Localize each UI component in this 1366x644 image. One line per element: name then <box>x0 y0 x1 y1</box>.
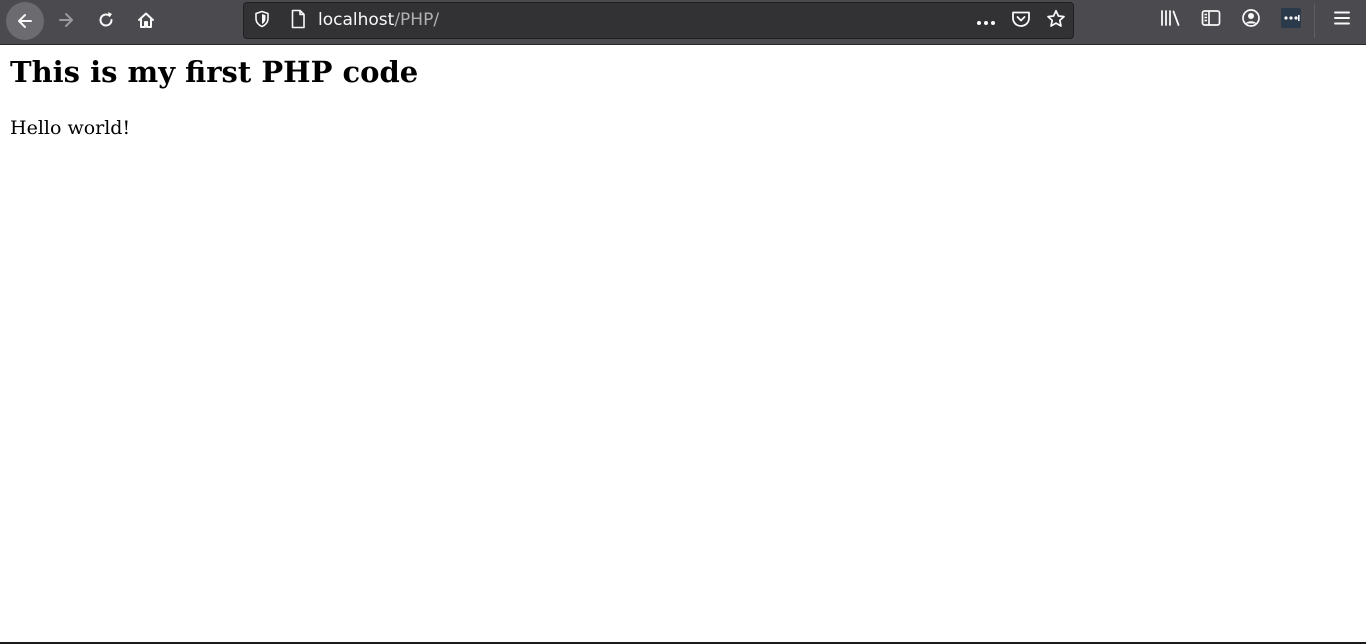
reload-button[interactable] <box>86 0 126 40</box>
url-path: /PHP/ <box>394 10 440 30</box>
browser-window: localhost/PHP/ This is my first PHP code… <box>0 0 1366 644</box>
tracking-protection-button[interactable] <box>250 3 274 38</box>
back-button[interactable] <box>4 0 45 41</box>
reload-icon <box>96 10 116 30</box>
account-icon <box>1241 8 1261 32</box>
star-icon <box>1046 9 1066 33</box>
site-info-button[interactable] <box>286 3 310 38</box>
page-content: This is my first PHP code Hello world! <box>0 45 1366 642</box>
shield-icon <box>254 10 270 32</box>
forward-button[interactable] <box>46 0 86 40</box>
browser-toolbar: localhost/PHP/ <box>0 0 1366 45</box>
extension-icon <box>1281 8 1301 32</box>
page-heading: This is my first PHP code <box>10 55 419 89</box>
home-button[interactable] <box>126 0 166 40</box>
hamburger-menu-icon <box>1333 10 1351 30</box>
pocket-icon <box>1011 10 1031 32</box>
back-arrow-icon <box>5 1 44 40</box>
page-actions-button[interactable] <box>971 3 1001 38</box>
more-actions-icon <box>976 11 996 30</box>
sidebar-button[interactable] <box>1191 0 1231 40</box>
bookmark-button[interactable] <box>1041 3 1071 38</box>
extension-button[interactable] <box>1271 0 1311 40</box>
menu-button[interactable] <box>1322 0 1362 40</box>
page-paragraph: Hello world! <box>10 117 131 139</box>
forward-arrow-icon <box>56 10 76 30</box>
account-button[interactable] <box>1231 0 1271 40</box>
url-text[interactable]: localhost/PHP/ <box>318 3 439 38</box>
home-icon <box>136 10 156 30</box>
pocket-button[interactable] <box>1006 3 1036 38</box>
library-icon <box>1160 9 1182 31</box>
url-host: localhost <box>318 10 395 30</box>
toolbar-separator <box>1314 4 1315 38</box>
library-button[interactable] <box>1151 0 1191 40</box>
sidebar-icon <box>1201 9 1221 31</box>
page-icon <box>290 9 306 33</box>
address-bar[interactable]: localhost/PHP/ <box>243 2 1074 39</box>
